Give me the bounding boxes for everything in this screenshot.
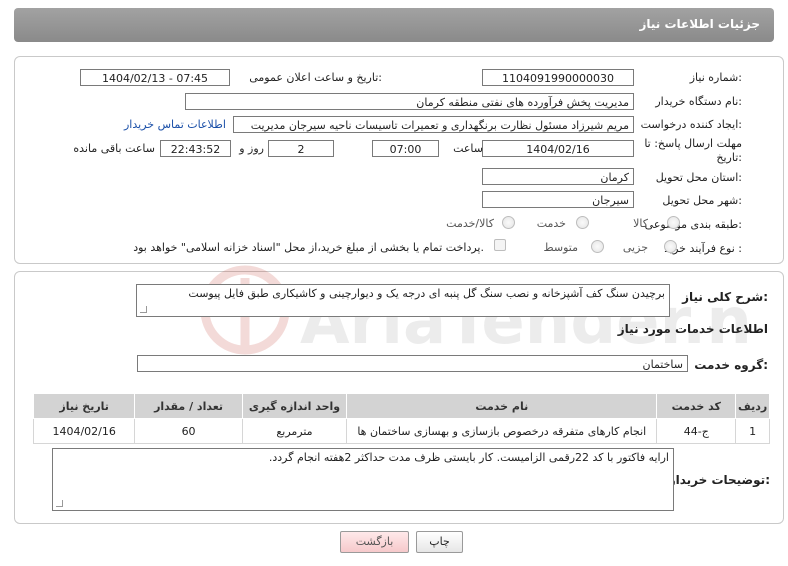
- buyer-contact-link[interactable]: اطلاعات تماس خریدار: [124, 118, 226, 131]
- services-table-header: تاریخ نیاز تعداد / مقدار واحد اندازه گیر…: [32, 393, 770, 419]
- category-label: طبقه بندی موضوعی:: [644, 218, 742, 231]
- col-row-number: ردیف: [735, 393, 770, 419]
- process-minor-label: جزیی: [622, 241, 648, 254]
- cell-row-number: 1: [735, 418, 770, 444]
- province-label: استان محل تحویل:: [655, 171, 742, 184]
- deadline-time-field: 07:00: [372, 140, 439, 157]
- remaining-time-field: 22:43:52: [160, 140, 231, 157]
- general-desc-label: شرح کلی نیاز:: [682, 290, 768, 304]
- buyer-org-field: مدیریت پخش فرآورده های نفتی منطقه کرمان: [185, 93, 634, 110]
- deadline-label: مهلت ارسال پاسخ: تا: [644, 137, 742, 150]
- deadline-label-date: تاریخ:: [716, 151, 742, 164]
- deadline-date-field: 1404/02/16: [482, 140, 634, 157]
- page-header: جزئیات اطلاعات نیاز: [14, 8, 774, 42]
- col-unit: واحد اندازه گیری: [241, 393, 348, 419]
- cell-quantity: 60: [134, 418, 243, 444]
- city-field: سیرجان: [482, 191, 634, 208]
- table-row: 1404/02/16 60 مترمربع انجام کارهای متفرق…: [32, 418, 770, 444]
- category-service-label: خدمت: [536, 217, 566, 230]
- col-service-code: کد خدمت: [656, 393, 737, 419]
- buyer-notes-text: ارایه فاکتور با کد 22رقمی الزامیست. کار …: [268, 451, 669, 464]
- cell-service-name: انجام کارهای متفرقه درخصوص بازسازی و بهس…: [346, 418, 658, 444]
- buyer-org-label: نام دستگاه خریدار:: [655, 95, 742, 108]
- general-desc-field: برچیدن سنگ کف آشپزخانه و نصب سنگ گل پنبه…: [136, 284, 670, 317]
- treasury-payment-checkbox[interactable]: [494, 239, 506, 251]
- col-service-name: نام خدمت: [346, 393, 658, 419]
- print-button[interactable]: چاپ: [416, 531, 463, 553]
- notes-resize-handle[interactable]: [56, 500, 63, 507]
- buyer-notes-label: توضیحات خریدار:: [668, 473, 770, 487]
- col-quantity: تعداد / مقدار: [134, 393, 243, 419]
- treasury-payment-note: پرداخت تمام یا بخشی از مبلغ خرید،از محل …: [133, 241, 484, 254]
- process-medium-radio[interactable]: [591, 240, 604, 253]
- desc-resize-handle[interactable]: [140, 306, 147, 313]
- general-desc-text: برچیدن سنگ کف آشپزخانه و نصب سنگ گل پنبه…: [188, 287, 665, 300]
- need-number-label: شماره نیاز:: [689, 71, 742, 84]
- city-label: شهر محل تحویل:: [662, 194, 742, 207]
- category-goods-service-label: کالا/خدمت: [446, 217, 494, 230]
- cell-need-date: 1404/02/16: [32, 418, 136, 444]
- process-medium-label: متوسط: [543, 241, 578, 254]
- category-service-radio[interactable]: [576, 216, 589, 229]
- col-need-date: تاریخ نیاز: [32, 393, 136, 419]
- process-minor-radio[interactable]: [664, 240, 677, 253]
- days-label: روز و: [239, 142, 264, 155]
- time-label: ساعت: [453, 142, 483, 155]
- category-goods-service-radio[interactable]: [502, 216, 515, 229]
- need-number-field: 1104091990000030: [482, 69, 634, 86]
- category-goods-label: کالا: [633, 217, 648, 230]
- remaining-label: ساعت باقی مانده: [73, 142, 155, 155]
- need-info-panel: [14, 56, 784, 264]
- category-goods-radio[interactable]: [667, 216, 680, 229]
- service-group-field: ساختمان: [137, 355, 688, 372]
- buyer-notes-field: ارایه فاکتور با کد 22رقمی الزامیست. کار …: [52, 448, 674, 511]
- back-button[interactable]: بازگشت: [340, 531, 409, 553]
- days-field: 2: [268, 140, 334, 157]
- cell-unit: مترمربع: [241, 418, 348, 444]
- creator-label: ایجاد کننده درخواست:: [640, 118, 742, 131]
- services-section-title: اطلاعات خدمات مورد نیاز: [617, 322, 768, 336]
- announce-field: 1404/02/13 - 07:45: [80, 69, 230, 86]
- services-table: تاریخ نیاز تعداد / مقدار واحد اندازه گیر…: [32, 393, 770, 444]
- page-title: جزئیات اطلاعات نیاز: [639, 17, 760, 31]
- creator-field: مریم شیرزاد مسئول نظارت برنگهداری و تعمی…: [233, 116, 634, 133]
- cell-service-code: ج-44: [656, 418, 737, 444]
- province-field: کرمان: [482, 168, 634, 185]
- service-group-label: گروه خدمت:: [694, 358, 768, 372]
- announce-label: تاریخ و ساعت اعلان عمومی:: [249, 71, 382, 84]
